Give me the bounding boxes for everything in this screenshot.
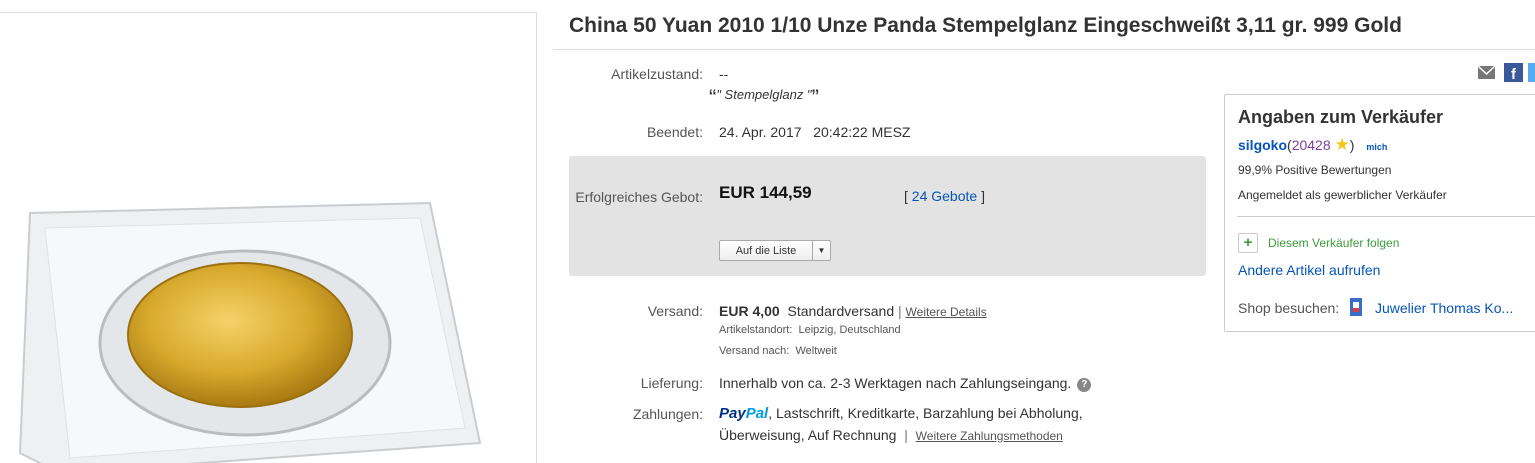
delivery-value: Innerhalb von ca. 2-3 Werktagen nach Zah… xyxy=(719,375,1072,391)
shipping-price: EUR 4,00 xyxy=(719,303,780,319)
follow-plus-icon: + xyxy=(1238,233,1258,253)
item-title: China 50 Yuan 2010 1/10 Unze Panda Stemp… xyxy=(569,14,1402,37)
seller-positive-rating: 99,9% Positive Bewertungen xyxy=(1238,163,1392,177)
seller-divider xyxy=(1237,216,1535,217)
seller-type: Angemeldet als gewerblicher Verkäufer xyxy=(1238,188,1447,202)
facebook-icon[interactable]: f xyxy=(1504,63,1523,82)
shipping-label: Versand: xyxy=(647,303,703,319)
delivery-label: Lieferung: xyxy=(640,375,703,391)
location-label: Artikelstandort: xyxy=(719,324,793,336)
delivery-line: Innerhalb von ca. 2-3 Werktagen nach Zah… xyxy=(719,375,1092,392)
shipping-separator: | xyxy=(898,303,902,319)
ended-time: 20:42:22 MESZ xyxy=(813,124,911,140)
condition-quote-text: " Stempelglanz " xyxy=(716,87,812,102)
condition-label: Artikelzustand: xyxy=(611,66,703,82)
follow-seller-button[interactable]: + Diesem Verkäufer folgen xyxy=(1238,233,1399,253)
ships-to-label: Versand nach: xyxy=(719,345,790,357)
condition-value: -- xyxy=(719,66,729,82)
item-location: Artikelstandort: Leipzig, Deutschland xyxy=(719,324,901,336)
score-close: ) xyxy=(1349,137,1355,153)
quote-close: ” xyxy=(811,85,819,110)
more-payments-link[interactable]: Weitere Zahlungsmethoden xyxy=(916,429,1063,443)
seller-info-box: Angaben zum Verkäufer silgoko(20428 ★) m… xyxy=(1224,94,1535,332)
watchlist-label: Auf die Liste xyxy=(735,244,797,257)
ships-to-value: Weltweit xyxy=(795,345,837,357)
winning-bid-price: EUR 144,59 xyxy=(719,183,812,202)
shipping-details-link[interactable]: Weitere Details xyxy=(906,305,987,319)
bid-history-link[interactable]: 24 Gebote xyxy=(912,188,977,204)
chevron-down-icon[interactable]: ▼ xyxy=(812,241,830,260)
seller-name-link[interactable]: silgoko xyxy=(1238,137,1287,153)
payments-separator: | xyxy=(904,427,908,443)
ended-label: Beendet: xyxy=(646,124,703,140)
follow-seller-label: Diesem Verkäufer folgen xyxy=(1268,236,1400,250)
shipping-method: Standardversand xyxy=(787,303,895,319)
payments-line2: Überweisung, Auf Rechnung | Weitere Zahl… xyxy=(719,427,1063,443)
bid-bracket-close: ] xyxy=(981,188,985,204)
bid-box xyxy=(569,156,1206,276)
item-image-panel[interactable] xyxy=(0,12,537,463)
shop-line: Shop besuchen: Juwelier Thomas Ko... xyxy=(1238,297,1513,317)
location-value: Leipzig, Deutschland xyxy=(798,324,901,336)
seller-heading: Angaben zum Verkäufer xyxy=(1238,107,1444,127)
ended-date: 24. Apr. 2017 xyxy=(719,124,802,140)
ships-to: Versand nach: Weltweit xyxy=(719,345,837,357)
help-icon[interactable]: ? xyxy=(1077,378,1092,392)
me-badge[interactable]: mich xyxy=(1366,142,1387,152)
other-items-link[interactable]: Andere Artikel aufrufen xyxy=(1238,262,1380,278)
star-icon: ★ xyxy=(1334,135,1350,154)
shop-label: Shop besuchen: xyxy=(1238,300,1340,316)
payments-line1: PayPal, Lastschrift, Kreditkarte, Barzah… xyxy=(719,405,1083,422)
email-icon[interactable] xyxy=(1477,63,1496,82)
paypal-pay: Pay xyxy=(719,405,746,422)
feedback-score-link[interactable]: 20428 xyxy=(1292,137,1331,153)
payments-methods-2: Überweisung, Auf Rechnung xyxy=(719,427,897,443)
shop-link[interactable]: Juwelier Thomas Ko... xyxy=(1375,300,1513,316)
twitter-icon[interactable] xyxy=(1528,63,1535,82)
ended-value: 24. Apr. 2017 20:42:22 MESZ xyxy=(719,124,910,140)
payments-methods: , Lastschrift, Kreditkarte, Barzahlung b… xyxy=(768,405,1083,421)
shop-icon xyxy=(1350,298,1363,316)
payments-label: Zahlungen: xyxy=(632,406,703,422)
add-to-watchlist-button[interactable]: Auf die Liste ▼ xyxy=(719,240,831,261)
condition-quote: “" Stempelglanz "” xyxy=(709,85,819,111)
winning-bid-label: Erfolgreiches Gebot: xyxy=(575,189,703,205)
paypal-logo: PayPal xyxy=(719,405,768,422)
title-bar: China 50 Yuan 2010 1/10 Unze Panda Stemp… xyxy=(553,0,1535,50)
seller-line: silgoko(20428 ★) mich xyxy=(1238,135,1387,155)
shipping-line: EUR 4,00 Standardversand | Weitere Detai… xyxy=(719,303,987,319)
item-photo xyxy=(18,201,482,463)
bid-count: [ 24 Gebote ] xyxy=(904,188,985,204)
bid-bracket-open: [ xyxy=(904,188,908,204)
paypal-pal: Pal xyxy=(745,405,769,422)
